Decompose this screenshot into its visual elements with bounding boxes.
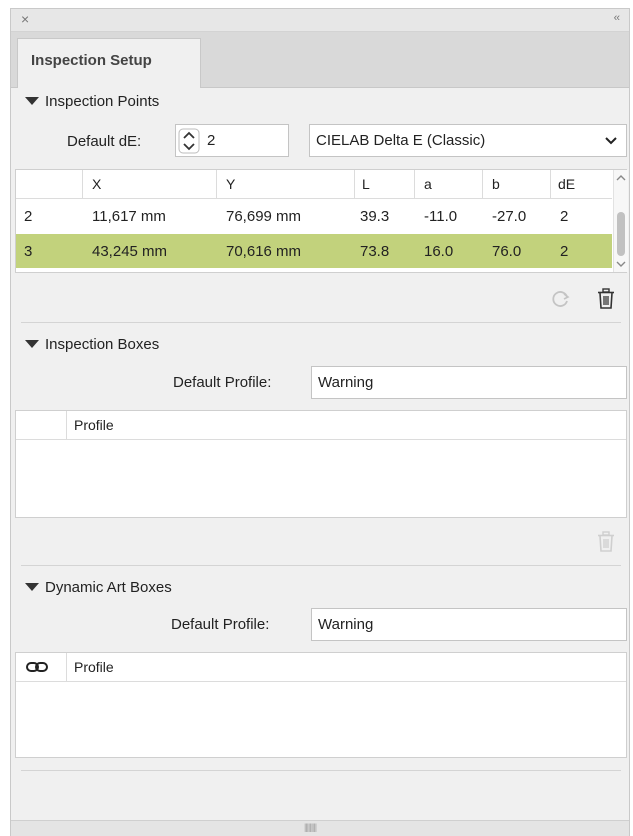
- table-header: Profile: [16, 411, 626, 440]
- column-header-x[interactable]: X: [92, 176, 101, 192]
- default-profile-label: Default Profile:: [171, 616, 270, 633]
- cell-x: 43,245 mm: [92, 243, 168, 260]
- delta-e-method-select[interactable]: CIELAB Delta E (Classic): [309, 124, 627, 157]
- tab-inspection-setup[interactable]: Inspection Setup: [17, 38, 201, 88]
- disclosure-triangle-icon: [25, 583, 39, 591]
- column-header-a[interactable]: a: [424, 176, 432, 192]
- default-profile-value: Warning: [318, 374, 374, 391]
- section-title: Inspection Points: [45, 93, 160, 110]
- scroll-down-icon[interactable]: [616, 260, 626, 268]
- close-icon[interactable]: ×: [21, 11, 29, 27]
- cell-id: 3: [24, 243, 33, 260]
- stepper-icon[interactable]: [178, 128, 200, 154]
- link-icon[interactable]: [26, 661, 48, 673]
- inspection-boxes-header[interactable]: Inspection Boxes: [25, 336, 159, 353]
- delta-e-method-value: CIELAB Delta E (Classic): [316, 132, 486, 149]
- dynamic-art-boxes-table: Profile: [15, 652, 627, 758]
- cell-a: 16.0: [424, 243, 454, 260]
- default-profile-value: Warning: [318, 616, 374, 633]
- cell-b: -27.0: [492, 208, 527, 225]
- default-profile-input[interactable]: Warning: [311, 366, 627, 399]
- table-row-selected[interactable]: 3 43,245 mm 70,616 mm 73.8 16.0 76.0 2: [16, 234, 612, 268]
- default-de-stepper[interactable]: 2: [175, 124, 289, 157]
- table-row[interactable]: 2 11,617 mm 76,699 mm 39.3 -11.0 -27.0 2: [16, 199, 612, 233]
- collapse-icon[interactable]: ‹‹: [614, 12, 620, 24]
- cell-x: 11,617 mm: [92, 208, 166, 225]
- cell-a: -11.0: [424, 208, 458, 225]
- inspection-panel: × ‹‹ Inspection Setup Inspection Points …: [10, 8, 630, 836]
- default-de-label: Default dE:: [67, 133, 142, 150]
- default-de-value: 2: [207, 132, 216, 149]
- disclosure-triangle-icon: [25, 97, 39, 105]
- disclosure-triangle-icon: [25, 340, 39, 348]
- column-header-y[interactable]: Y: [226, 176, 235, 192]
- column-header-l[interactable]: L: [362, 176, 370, 192]
- panel-footer: |||||||||: [11, 820, 629, 836]
- default-profile-label: Default Profile:: [173, 374, 272, 391]
- trash-icon[interactable]: [597, 288, 615, 309]
- cell-l: 39.3: [360, 208, 390, 225]
- section-divider: [21, 565, 621, 566]
- column-header-profile[interactable]: Profile: [74, 659, 114, 675]
- panel-titlebar: × ‹‹: [11, 9, 629, 32]
- cell-l: 73.8: [360, 243, 390, 260]
- dynamic-art-boxes-header[interactable]: Dynamic Art Boxes: [25, 579, 172, 596]
- trash-icon[interactable]: [597, 531, 615, 552]
- cell-de: 2: [560, 243, 569, 260]
- table-scrollbar[interactable]: [613, 170, 628, 272]
- refresh-icon[interactable]: [551, 289, 571, 309]
- default-profile-input[interactable]: Warning: [311, 608, 627, 641]
- scroll-up-icon[interactable]: [616, 174, 626, 182]
- section-title: Dynamic Art Boxes: [45, 579, 172, 596]
- cell-b: 76.0: [492, 243, 522, 260]
- section-title: Inspection Boxes: [45, 336, 160, 353]
- inspection-points-header[interactable]: Inspection Points: [25, 93, 159, 110]
- cell-id: 2: [24, 208, 33, 225]
- resize-grip-icon[interactable]: |||||||||: [304, 822, 317, 832]
- cell-de: 2: [560, 208, 569, 225]
- table-header: Profile: [16, 653, 626, 682]
- section-divider: [21, 322, 621, 323]
- column-header-profile[interactable]: Profile: [74, 417, 114, 433]
- table-header: X Y L a b dE: [16, 170, 612, 199]
- column-header-b[interactable]: b: [492, 176, 500, 192]
- cell-y: 76,699 mm: [226, 208, 302, 225]
- section-divider: [21, 770, 621, 771]
- column-header-de[interactable]: dE: [558, 176, 575, 192]
- scrollbar-thumb[interactable]: [617, 212, 625, 256]
- inspection-points-table: X Y L a b dE 2 11,617 mm 76,699 mm 39.3 …: [15, 169, 628, 273]
- cell-y: 70,616 mm: [226, 243, 302, 260]
- chevron-down-icon: [605, 137, 617, 145]
- tab-strip: Inspection Setup: [11, 32, 629, 88]
- inspection-boxes-table: Profile: [15, 410, 627, 518]
